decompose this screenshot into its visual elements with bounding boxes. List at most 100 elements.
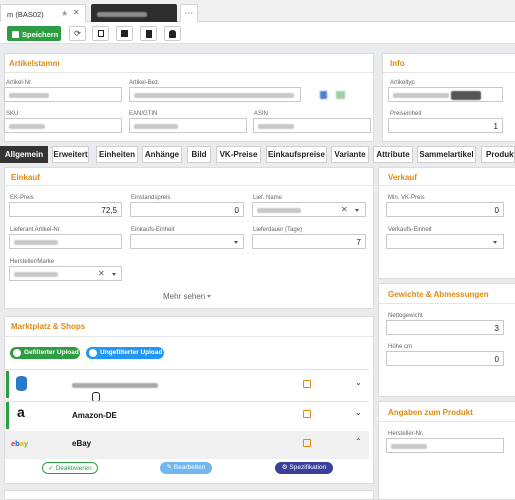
chevron-down-icon: [207, 295, 212, 299]
lief-artikel-input[interactable]: [9, 234, 122, 249]
tab-vk-preise[interactable]: VK-Preise: [216, 146, 261, 163]
window-tab-label: m (BAS02): [7, 10, 44, 19]
gewichte-card: [378, 283, 515, 397]
copy-button[interactable]: [92, 26, 109, 41]
tab-erweitert[interactable]: Erweitert: [52, 146, 89, 163]
einstandspreis-input[interactable]: 0: [130, 202, 244, 217]
einkaufs-einheit-label: Einkaufs-Einheit: [131, 227, 175, 233]
verkaufs-einheit-select[interactable]: [386, 234, 504, 249]
artikel-nr-label: Artikel-Nr.: [6, 80, 33, 86]
report-button[interactable]: [116, 26, 133, 41]
close-icon[interactable]: ✕: [73, 8, 80, 17]
artikeltyp-select[interactable]: [388, 87, 503, 102]
chevron-down-icon: [493, 241, 497, 244]
external-link-icon[interactable]: [303, 439, 311, 447]
ek-preis-input[interactable]: 72,5: [9, 202, 122, 217]
pencil-icon: ✎: [166, 464, 174, 471]
shop-name-blurred: [72, 382, 158, 389]
ean-label: EAN/GTIN: [129, 111, 158, 117]
chevron-down-icon: [234, 241, 238, 244]
hersteller-select[interactable]: ✕: [9, 266, 122, 281]
shop-row-amazon[interactable]: [5, 401, 369, 430]
netto-input[interactable]: 3: [386, 320, 504, 335]
tab-allgemein[interactable]: Allgemein: [0, 146, 48, 163]
lief-artikel-label: Lieferant Artikel-Nr.: [10, 227, 62, 233]
sku-label: SKU: [6, 111, 19, 117]
more-tabs-button[interactable]: ···: [180, 4, 198, 22]
shop-name-amazon: Amazon-DE: [72, 411, 117, 420]
netto-label: Nettogewicht: [388, 313, 423, 319]
einkaufs-einheit-select[interactable]: [130, 234, 244, 249]
divider: [383, 72, 515, 73]
preiseinheit-label: Preiseinheit: [390, 111, 422, 117]
hoehe-label: Höhe cm: [388, 344, 413, 350]
asin-label: ASIN: [254, 111, 269, 117]
divider: [5, 336, 373, 337]
floppy-icon: [12, 31, 19, 38]
shop-row-1[interactable]: [5, 369, 369, 400]
tab-einkaufspreise[interactable]: Einkaufspreise: [266, 146, 327, 163]
bearbeiten-label: Bearbeiten: [173, 464, 206, 471]
sku-input[interactable]: [4, 118, 122, 133]
translate-icon[interactable]: [336, 91, 345, 99]
external-link-icon[interactable]: [303, 380, 311, 388]
artikel-bez-label: Artikel-Bez.: [129, 80, 160, 86]
angaben-title: Angaben zum Produkt: [388, 408, 473, 417]
clear-icon[interactable]: ✕: [98, 269, 105, 278]
hersteller-label: Hersteller/Marke: [10, 259, 55, 265]
chevron-down-icon: [112, 273, 116, 276]
preiseinheit-input[interactable]: 1: [388, 118, 503, 133]
deaktivieren-button[interactable]: ✓ Deaktivieren: [42, 462, 98, 474]
ungefiltert-label: Ungefilterter Upload: [100, 349, 163, 356]
blurred-tab-label: [97, 11, 147, 17]
artikel-bez-input[interactable]: [129, 87, 301, 102]
amazon-logo-icon: a: [17, 404, 25, 420]
tab-einheiten[interactable]: Einheiten: [96, 146, 138, 163]
einkauf-title: Einkauf: [11, 173, 40, 182]
save-button[interactable]: Speichern: [7, 26, 61, 41]
spezifikation-button[interactable]: ⚙ Spezifikation: [275, 462, 333, 474]
hoehe-input[interactable]: 0: [386, 351, 504, 366]
window-tab-current[interactable]: m (BAS02) ★ ✕: [0, 4, 86, 22]
tab-produkti[interactable]: Produkti: [481, 146, 515, 163]
chevron-down-icon[interactable]: ⌄: [355, 408, 362, 417]
marktplatz-title: Marktplatz & Shops: [11, 322, 86, 331]
clear-icon[interactable]: ✕: [341, 205, 348, 214]
document-button[interactable]: [140, 26, 157, 41]
hersteller-nr-input[interactable]: [386, 438, 504, 453]
divider: [5, 185, 373, 186]
hand-button[interactable]: [164, 26, 181, 41]
lief-name-label: Lief. Name: [253, 195, 283, 201]
min-vk-input[interactable]: 0: [386, 202, 504, 217]
tab-variante[interactable]: Variante: [331, 146, 369, 163]
tab-sammelartikel[interactable]: Sammelartikel: [417, 146, 476, 163]
verkaufs-einheit-label: Verkaufs-Einheit: [388, 227, 432, 233]
tab-bild[interactable]: Bild: [187, 146, 211, 163]
shop-active-bar: [6, 402, 9, 429]
lief-name-select[interactable]: ✕: [252, 202, 366, 217]
tab-attribute[interactable]: Attribute: [373, 146, 413, 163]
ean-input[interactable]: [129, 118, 247, 133]
gefiltert-upload-button[interactable]: Gefilterter Upload: [10, 347, 80, 359]
artikel-nr-input[interactable]: [4, 87, 122, 102]
asin-input[interactable]: [253, 118, 371, 133]
flag-icon[interactable]: [320, 91, 327, 99]
next-card: [4, 490, 374, 500]
mehr-sehen-link[interactable]: Mehr sehen: [163, 292, 212, 301]
verkauf-card: [378, 167, 515, 279]
lieferdauer-input[interactable]: 7: [252, 234, 366, 249]
chevron-down-icon: [355, 209, 359, 212]
chevron-up-icon[interactable]: ⌃: [355, 437, 362, 446]
chevron-down-icon[interactable]: ⌄: [355, 378, 362, 387]
ungefiltert-upload-button[interactable]: Ungefilterter Upload: [86, 347, 164, 359]
refresh-button[interactable]: ⟳: [69, 26, 86, 41]
bearbeiten-button[interactable]: ✎ Bearbeiten: [160, 462, 212, 474]
shop-row-ebay[interactable]: [5, 431, 369, 459]
tab-anhaenge[interactable]: Anhänge: [142, 146, 182, 163]
upload-icon: [13, 349, 21, 357]
pin-icon[interactable]: ★: [61, 9, 68, 18]
shop-name-ebay: eBay: [72, 439, 92, 448]
external-link-icon[interactable]: [303, 410, 311, 418]
window-tab-other[interactable]: [91, 4, 177, 22]
save-label: Speichern: [22, 30, 59, 39]
